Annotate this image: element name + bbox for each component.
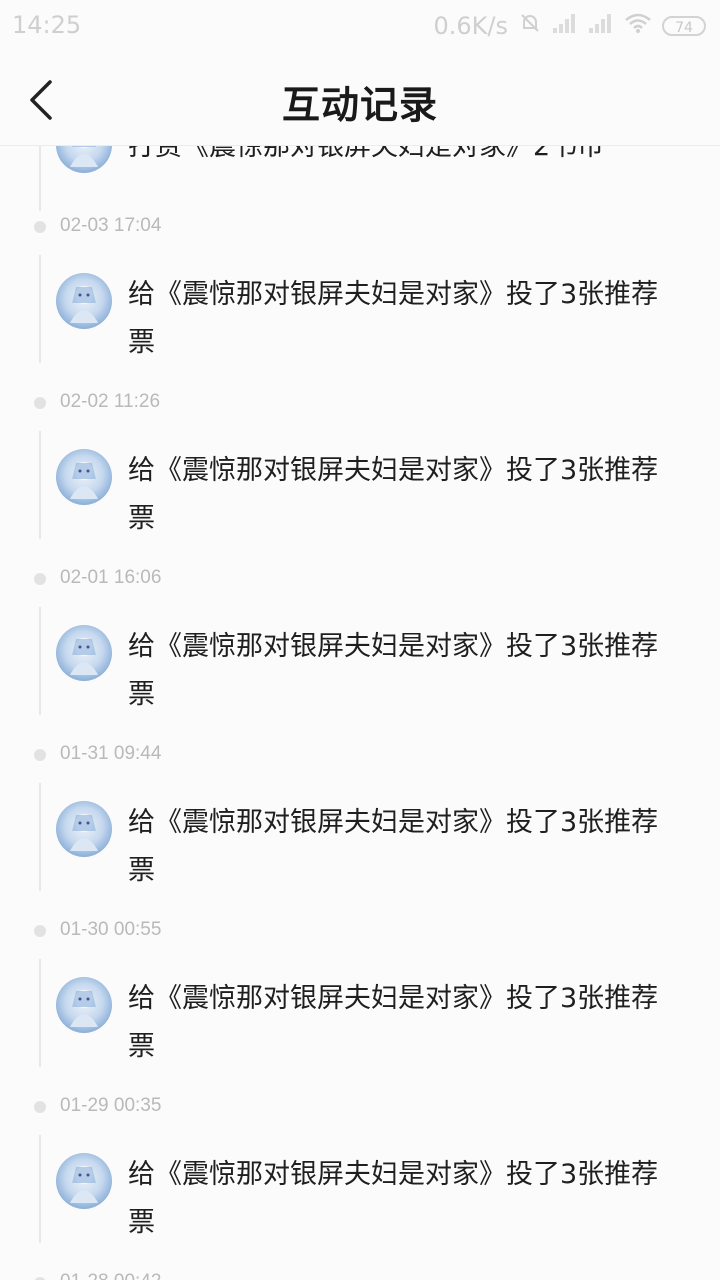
signal-icon	[552, 12, 578, 40]
status-bar: 14:25 0.6K/s 74	[0, 0, 720, 52]
battery-icon: 74	[662, 16, 706, 36]
record-time: 02-02 11:26	[60, 391, 161, 412]
record-time: 01-28 00:42	[60, 1271, 161, 1280]
mute-bell-icon	[518, 11, 542, 41]
record-text: 给《震惊那对银屏夫妇是对家》投了3张推荐票	[128, 1159, 659, 1238]
record-text: 给《震惊那对银屏夫妇是对家》投了3张推荐票	[128, 631, 659, 710]
record-text: 给《震惊那对银屏夫妇是对家》投了3张推荐票	[128, 455, 659, 534]
record-time: 02-01 16:06	[60, 567, 162, 588]
avatar[interactable]	[56, 801, 112, 857]
record-text: 给《震惊那对银屏夫妇是对家》投了3张推荐票	[128, 279, 659, 358]
timeline-dot	[34, 221, 46, 233]
status-icons: 0.6K/s 74	[433, 11, 706, 41]
timeline-dot	[34, 749, 46, 761]
app-header: 互动记录	[0, 52, 720, 146]
avatar[interactable]	[56, 449, 112, 505]
record-time: 01-30 00:55	[60, 919, 162, 940]
status-time: 14:25	[12, 11, 82, 39]
avatar[interactable]	[56, 977, 112, 1033]
timeline-line	[39, 431, 41, 539]
avatar[interactable]	[56, 273, 112, 329]
timeline-dot	[34, 1101, 46, 1113]
signal-icon	[588, 12, 614, 40]
avatar[interactable]	[56, 625, 112, 681]
page-title: 互动记录	[281, 83, 438, 127]
timeline-line	[39, 1135, 41, 1243]
network-speed: 0.6K/s	[433, 12, 509, 40]
timeline-line	[39, 607, 41, 715]
timeline-line	[39, 783, 41, 891]
record-text: 给《震惊那对银屏夫妇是对家》投了3张推荐票	[128, 807, 659, 886]
timeline-line	[39, 959, 41, 1067]
wifi-icon	[624, 12, 652, 40]
timeline-line	[39, 255, 41, 363]
timeline-dot	[34, 925, 46, 937]
record-time: 01-31 09:44	[60, 743, 162, 764]
timeline-dot	[34, 397, 46, 409]
record-time: 02-03 17:04	[60, 215, 162, 236]
avatar[interactable]	[56, 1153, 112, 1209]
interaction-record-list[interactable]: 打赏《震惊那对银屏夫妇是对家》2书币 02-03 17:04 给《震惊那对银屏夫…	[0, 0, 720, 1280]
timeline-dot	[34, 573, 46, 585]
record-time: 01-29 00:35	[60, 1095, 162, 1116]
record-text: 给《震惊那对银屏夫妇是对家》投了3张推荐票	[128, 983, 659, 1062]
